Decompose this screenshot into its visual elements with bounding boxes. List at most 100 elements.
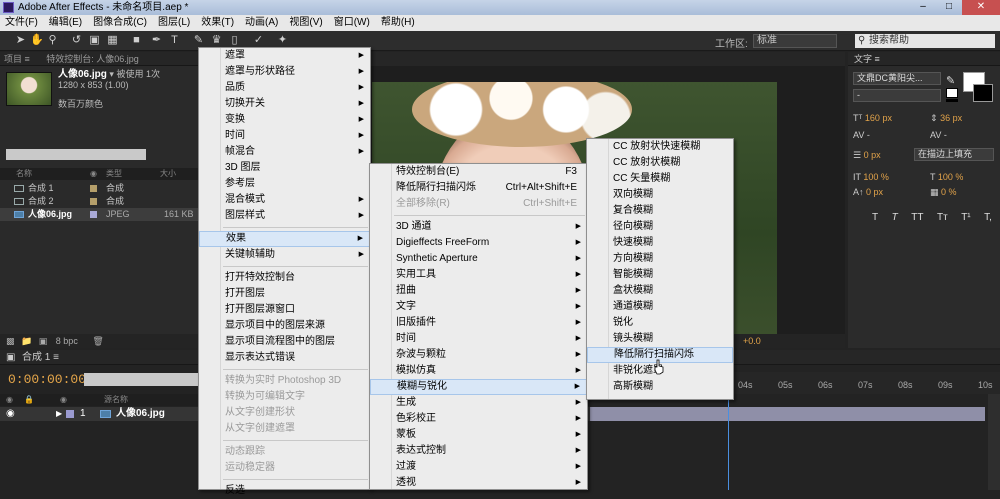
context-menu-item[interactable]: 混合模式 ▶ bbox=[199, 192, 370, 208]
context-menu-item[interactable]: 遮罩与形状路径 ▶ bbox=[199, 64, 370, 80]
effects-menu-item[interactable]: 全部移除(R) Ctrl+Shift+E bbox=[370, 196, 587, 212]
expand-chevron-icon[interactable]: ▶ bbox=[56, 407, 62, 421]
new-composition-icon[interactable]: ▣ bbox=[39, 336, 48, 346]
menu-view[interactable]: 视图(V) bbox=[284, 15, 328, 31]
camera-tool-icon[interactable]: ▣ bbox=[88, 34, 101, 47]
blur-menu-item[interactable]: 双向模糊 bbox=[587, 187, 733, 203]
effects-menu-item[interactable]: 过渡 ▶ bbox=[370, 459, 587, 475]
menu-animation[interactable]: 动画(A) bbox=[240, 15, 284, 31]
context-menu-item[interactable]: 图层样式 ▶ bbox=[199, 208, 370, 224]
effects-menu-item[interactable]: 特效控制台(E) F3 bbox=[370, 164, 587, 180]
menu-help[interactable]: 帮助(H) bbox=[376, 15, 421, 31]
superscript-button[interactable]: T¹ bbox=[961, 212, 970, 223]
layer-name[interactable]: 人像06.jpg bbox=[116, 407, 165, 421]
minimize-button[interactable]: – bbox=[910, 0, 936, 15]
effects-menu-item[interactable]: 表达式控制 ▶ bbox=[370, 443, 587, 459]
search-help-input[interactable]: ⚲ 搜索帮助 bbox=[855, 34, 995, 48]
context-menu-item[interactable]: 打开图层源窗口 bbox=[199, 302, 370, 318]
effects-menu-item[interactable]: 模糊与锐化 ▶ bbox=[370, 379, 587, 395]
stroke-width-value[interactable]: 0 px bbox=[864, 150, 881, 160]
blur-menu-item[interactable]: 方向模糊 bbox=[587, 251, 733, 267]
selection-tool-icon[interactable]: ➤ bbox=[14, 34, 27, 47]
context-menu-item[interactable]: 关键帧辅助 ▶ bbox=[199, 247, 370, 263]
rotate-tool-icon[interactable]: ↺ bbox=[70, 34, 83, 47]
effects-menu-item[interactable]: 杂波与颗粒 ▶ bbox=[370, 347, 587, 363]
timeline-search-input[interactable] bbox=[84, 373, 204, 386]
kerning-value[interactable]: - bbox=[867, 130, 870, 140]
context-menu-item[interactable]: 从文字创建遮罩 bbox=[199, 421, 370, 437]
baseline-shift-value[interactable]: 0 px bbox=[866, 187, 883, 197]
tab-character[interactable]: 文字 ≡ bbox=[848, 52, 1000, 66]
menu-layer[interactable]: 图层(L) bbox=[153, 15, 196, 31]
tab-effect-controls[interactable]: 特效控制台: 人像06.jpg bbox=[46, 54, 139, 64]
stroke-color-swatch[interactable] bbox=[973, 84, 993, 102]
context-menu-item[interactable]: 时间 ▶ bbox=[199, 128, 370, 144]
context-menu-item[interactable]: 反选 bbox=[199, 483, 370, 499]
item-usage[interactable]: ▾ 被使用 1次 bbox=[109, 69, 160, 79]
faux-italic-button[interactable]: T bbox=[892, 212, 898, 223]
baseline-shift-row[interactable]: A↑ 0 px bbox=[853, 187, 883, 197]
effects-menu-item[interactable]: 降低隔行扫描闪烁 Ctrl+Alt+Shift+E bbox=[370, 180, 587, 196]
effects-menu-item[interactable]: 生成 ▶ bbox=[370, 395, 587, 411]
blur-menu-item[interactable]: CC 放射状快速模糊 bbox=[587, 139, 733, 155]
black-swatch[interactable] bbox=[946, 99, 958, 102]
context-menu-item[interactable]: 运动稳定器 bbox=[199, 460, 370, 476]
workspace-select[interactable]: 标准 bbox=[753, 34, 837, 48]
context-menu-item[interactable]: 品质 ▶ bbox=[199, 80, 370, 96]
effects-menu-item[interactable]: 旧版插件 ▶ bbox=[370, 315, 587, 331]
context-menu-item[interactable]: 遮罩 ▶ bbox=[199, 48, 370, 64]
col-source-name[interactable]: 源名称 bbox=[104, 394, 128, 406]
context-menu-item[interactable]: 从文字创建形状 bbox=[199, 405, 370, 421]
font-size-value[interactable]: 160 px bbox=[865, 113, 892, 123]
effects-menu-item[interactable]: 蒙板 ▶ bbox=[370, 427, 587, 443]
small-caps-button[interactable]: Tт bbox=[937, 212, 948, 223]
effects-menu-item[interactable]: Synthetic Aperture ▶ bbox=[370, 251, 587, 267]
text-tool-icon[interactable]: T bbox=[168, 34, 181, 47]
vertical-scale-value[interactable]: 100 % bbox=[863, 172, 889, 182]
effects-menu-item[interactable]: 时间 ▶ bbox=[370, 331, 587, 347]
tab-project[interactable]: 项目 ≡ bbox=[4, 54, 30, 64]
blur-menu-item[interactable]: 智能模糊 bbox=[587, 267, 733, 283]
col-name[interactable]: 名称 bbox=[16, 168, 32, 180]
menu-file[interactable]: 文件(F) bbox=[0, 15, 44, 31]
context-menu-item[interactable]: 打开图层 bbox=[199, 286, 370, 302]
blur-menu-item[interactable]: 径向模糊 bbox=[587, 219, 733, 235]
tsume-row[interactable]: ▦ 0 % bbox=[930, 187, 957, 198]
font-size-row[interactable]: Tᵀ 160 px bbox=[853, 113, 892, 123]
project-row[interactable]: 合成 1 合成 bbox=[0, 182, 198, 195]
context-menu-item[interactable]: 转换为实时 Photoshop 3D bbox=[199, 373, 370, 389]
font-style-select[interactable]: - bbox=[853, 89, 941, 102]
blur-menu-item[interactable]: 快速模糊 bbox=[587, 235, 733, 251]
effects-menu-item[interactable]: 扭曲 ▶ bbox=[370, 283, 587, 299]
trash-icon[interactable]: 🗑 bbox=[92, 336, 103, 346]
subscript-button[interactable]: T, bbox=[984, 212, 992, 223]
context-menu-item[interactable]: 动态跟踪 bbox=[199, 444, 370, 460]
clone-stamp-tool-icon[interactable]: ♛ bbox=[210, 34, 223, 47]
leading-row[interactable]: ⇕ 36 px bbox=[930, 113, 962, 124]
vertical-scale-row[interactable]: IT 100 % bbox=[853, 172, 889, 182]
bit-depth[interactable]: 8 bpc bbox=[56, 336, 78, 346]
faux-bold-button[interactable]: T bbox=[872, 212, 878, 223]
col-type[interactable]: 类型 bbox=[106, 168, 122, 180]
white-swatch[interactable] bbox=[946, 88, 958, 98]
tsume-value[interactable]: 0 % bbox=[941, 187, 957, 197]
current-time-display[interactable]: 0:00:00:00 bbox=[8, 372, 86, 387]
pen-tool-icon[interactable]: ✒ bbox=[150, 34, 163, 47]
all-caps-button[interactable]: TT bbox=[911, 212, 923, 223]
effects-menu-item[interactable]: 3D 通道 ▶ bbox=[370, 219, 587, 235]
interpret-footage-icon[interactable]: ▩ bbox=[6, 336, 15, 346]
blur-menu-item[interactable]: 镜头模糊 bbox=[587, 331, 733, 347]
eraser-tool-icon[interactable]: ▯ bbox=[228, 34, 241, 47]
context-menu-item[interactable]: 参考层 bbox=[199, 176, 370, 192]
exposure-offset[interactable]: +0.0 bbox=[743, 336, 761, 346]
close-button[interactable]: ✕ bbox=[962, 0, 1000, 15]
kerning-row[interactable]: AV - bbox=[853, 130, 870, 140]
context-menu-item[interactable]: 转换为可编辑文字 bbox=[199, 389, 370, 405]
effects-menu-item[interactable]: 实用工具 ▶ bbox=[370, 267, 587, 283]
eyedropper-icon[interactable]: ✎ bbox=[946, 74, 955, 87]
stroke-mode-select[interactable]: 在描边上填充 bbox=[914, 148, 994, 161]
effects-menu-item[interactable]: 色彩校正 ▶ bbox=[370, 411, 587, 427]
leading-value[interactable]: 36 px bbox=[940, 113, 962, 123]
timeline-scrollbar[interactable] bbox=[988, 394, 1000, 490]
layer-duration-bar[interactable] bbox=[590, 407, 985, 421]
